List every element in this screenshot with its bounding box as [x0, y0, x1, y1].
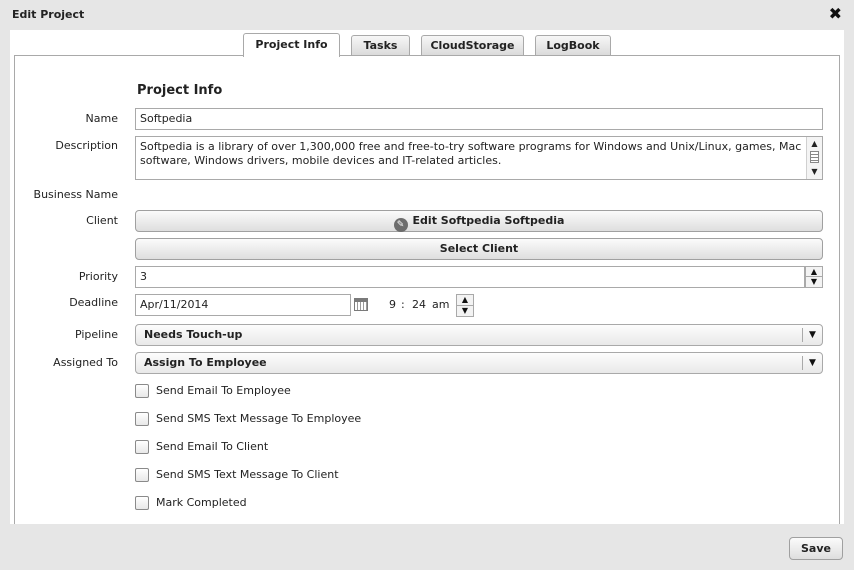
dialog-panel: Project Info Tasks CloudStorage LogBook … — [10, 30, 844, 524]
chevron-up-icon[interactable]: ▲ — [806, 267, 822, 277]
priority-label: Priority — [78, 270, 118, 283]
chevron-down-icon[interactable]: ▼ — [802, 328, 822, 342]
description-scrollbar[interactable]: ▲ ▼ — [806, 137, 822, 179]
scroll-down-icon[interactable]: ▼ — [807, 166, 822, 178]
name-label: Name — [85, 112, 118, 125]
description-text: Softpedia is a library of over 1,300,000… — [140, 140, 802, 167]
deadline-ampm[interactable]: am — [432, 298, 449, 311]
assigned-to-value: Assign To Employee — [144, 356, 267, 369]
tab-cloudstorage[interactable]: CloudStorage — [421, 35, 524, 56]
deadline-hour[interactable]: 9 — [389, 298, 396, 311]
priority-field[interactable]: 3 — [135, 266, 805, 288]
title-bar: Edit Project ✖ — [0, 0, 854, 30]
chevron-down-icon[interactable]: ▼ — [457, 306, 473, 317]
scroll-up-icon[interactable]: ▲ — [807, 138, 822, 150]
scroll-thumb[interactable] — [810, 151, 819, 163]
pipeline-select[interactable]: Needs Touch-up ▼ — [135, 324, 823, 346]
description-label: Description — [55, 139, 118, 152]
send-email-client-label: Send Email To Client — [156, 440, 269, 453]
tab-project-info[interactable]: Project Info — [243, 33, 340, 57]
assigned-to-label: Assigned To — [53, 356, 118, 369]
tab-logbook[interactable]: LogBook — [535, 35, 611, 56]
send-sms-employee-checkbox[interactable] — [135, 412, 149, 426]
pipeline-label: Pipeline — [74, 328, 118, 341]
mark-completed-checkbox[interactable] — [135, 496, 149, 510]
priority-stepper[interactable]: ▲ ▼ — [805, 266, 823, 288]
select-client-button[interactable]: Select Client — [135, 238, 823, 260]
chevron-up-icon[interactable]: ▲ — [457, 295, 473, 306]
client-label: Client — [86, 214, 118, 227]
send-email-client-checkbox[interactable] — [135, 440, 149, 454]
calendar-icon[interactable] — [354, 298, 368, 311]
pencil-icon: ✎ — [393, 218, 408, 232]
save-button[interactable]: Save — [789, 537, 843, 560]
name-field[interactable]: Softpedia — [135, 108, 823, 130]
tab-bar: Project Info Tasks CloudStorage LogBook — [10, 30, 844, 57]
deadline-label: Deadline — [69, 296, 118, 309]
send-sms-employee-label: Send SMS Text Message To Employee — [156, 412, 362, 425]
window-title: Edit Project — [12, 8, 85, 21]
edit-client-label: Edit Softpedia Softpedia — [412, 214, 565, 227]
send-sms-client-label: Send SMS Text Message To Client — [156, 468, 339, 481]
edit-client-button[interactable]: ✎ Edit Softpedia Softpedia — [135, 210, 823, 232]
business-name-label: Business Name — [33, 188, 118, 201]
pipeline-value: Needs Touch-up — [144, 328, 243, 341]
chevron-down-icon[interactable]: ▼ — [802, 356, 822, 370]
deadline-minute[interactable]: 24 — [412, 298, 426, 311]
assigned-to-select[interactable]: Assign To Employee ▼ — [135, 352, 823, 374]
close-icon[interactable]: ✖ — [829, 4, 842, 24]
send-sms-client-checkbox[interactable] — [135, 468, 149, 482]
deadline-time-separator: : — [401, 298, 405, 311]
deadline-time-stepper[interactable]: ▲ ▼ — [456, 294, 474, 317]
send-email-employee-checkbox[interactable] — [135, 384, 149, 398]
mark-completed-label: Mark Completed — [156, 496, 247, 509]
tab-tasks[interactable]: Tasks — [351, 35, 410, 56]
send-email-employee-label: Send Email To Employee — [156, 384, 291, 397]
description-field[interactable]: Softpedia is a library of over 1,300,000… — [135, 136, 823, 180]
chevron-down-icon[interactable]: ▼ — [806, 277, 822, 287]
deadline-date-field[interactable]: Apr/11/2014 — [135, 294, 351, 316]
section-title: Project Info — [137, 83, 223, 98]
